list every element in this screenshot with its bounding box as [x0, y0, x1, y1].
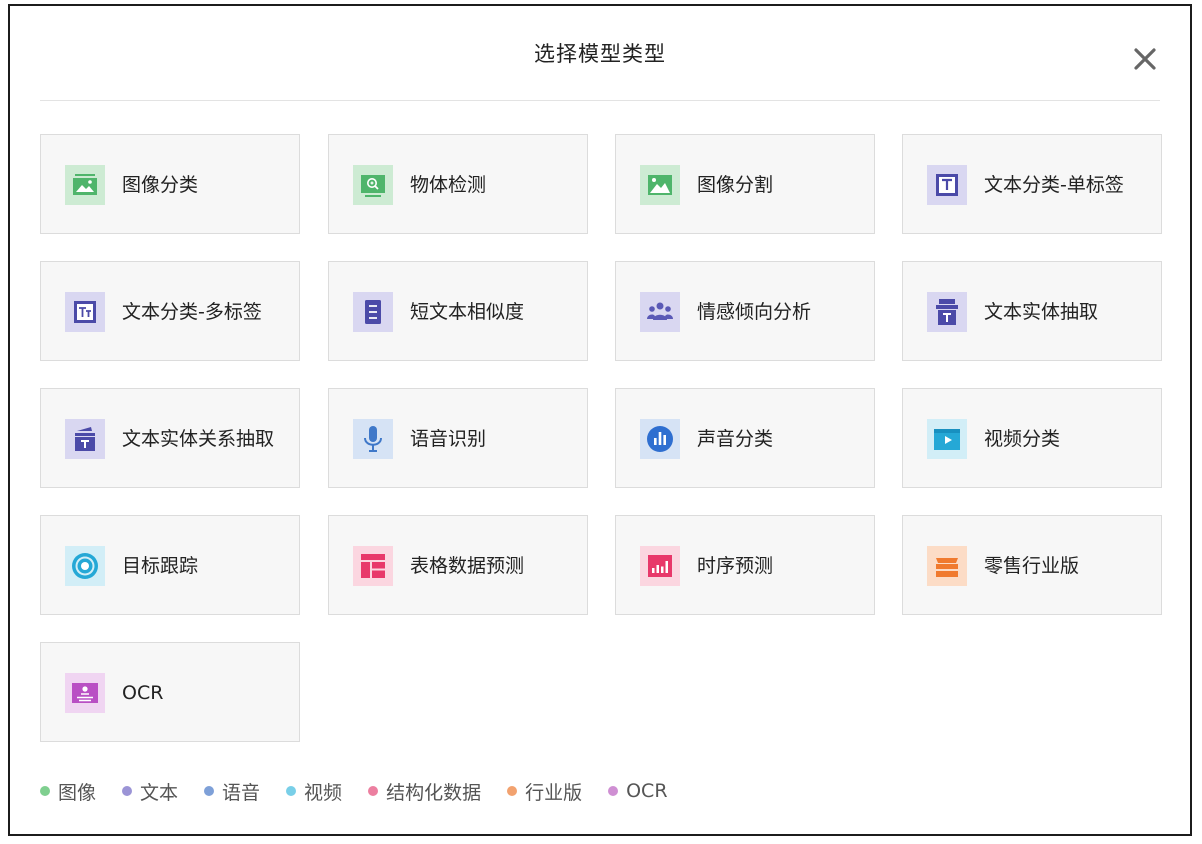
video-classify-icon — [927, 419, 967, 459]
text-entity-extract-icon — [927, 292, 967, 332]
card-time-series[interactable]: 时序预测 — [615, 515, 875, 615]
card-image-segment[interactable]: 图像分割 — [615, 134, 875, 234]
legend-item-speech: 语音 — [204, 778, 260, 805]
card-retail[interactable]: 零售行业版 — [902, 515, 1162, 615]
legend-dot — [122, 786, 133, 796]
card-label: 文本实体关系抽取 — [122, 428, 275, 450]
legend-item-text: 文本 — [122, 778, 178, 805]
card-short-text-similarity[interactable]: 短文本相似度 — [328, 261, 588, 361]
text-multi-label-icon — [65, 292, 105, 332]
short-text-similarity-icon — [353, 292, 393, 332]
card-text-relation-extract[interactable]: 文本实体关系抽取 — [40, 388, 300, 488]
card-label: 时序预测 — [697, 555, 774, 577]
card-label: 文本实体抽取 — [984, 301, 1099, 323]
retail-icon — [927, 546, 967, 586]
legend-label: OCR — [626, 780, 668, 802]
ocr-icon — [65, 673, 105, 713]
close-button[interactable] — [1130, 44, 1160, 74]
card-text-entity-extract[interactable]: 文本实体抽取 — [902, 261, 1162, 361]
card-video-classify[interactable]: 视频分类 — [902, 388, 1162, 488]
card-text-multi-label[interactable]: 文本分类-多标签 — [40, 261, 300, 361]
card-label: 语音识别 — [410, 428, 487, 450]
category-legend: 图像 文本 语音 视频 结构化数据 行业版 OCR — [40, 776, 694, 806]
legend-label: 文本 — [140, 781, 179, 804]
legend-item-image: 图像 — [40, 778, 96, 805]
sentiment-analysis-icon — [640, 292, 680, 332]
card-label: 物体检测 — [410, 174, 487, 196]
card-label: 视频分类 — [984, 428, 1061, 450]
card-label: 声音分类 — [697, 428, 774, 450]
legend-dot — [286, 786, 297, 796]
table-predict-icon — [353, 546, 393, 586]
legend-item-ocr: OCR — [608, 780, 668, 802]
card-image-classify[interactable]: 图像分类 — [40, 134, 300, 234]
model-type-grid: 图像分类 物体检测 图像分割 文本分类-单标签 文本分类-多标签 短文本相似度 … — [40, 134, 1164, 744]
image-segment-icon — [640, 165, 680, 205]
legend-dot — [40, 786, 50, 796]
object-detect-icon — [353, 165, 393, 205]
card-label: 图像分类 — [122, 174, 199, 196]
card-label: 短文本相似度 — [410, 301, 525, 323]
card-label: 图像分割 — [697, 174, 774, 196]
target-track-icon — [65, 546, 105, 586]
text-relation-extract-icon — [65, 419, 105, 459]
card-speech-recognition[interactable]: 语音识别 — [328, 388, 588, 488]
card-ocr[interactable]: OCR — [40, 642, 300, 742]
dialog-header: 选择模型类型 — [40, 6, 1160, 101]
sound-classify-icon — [640, 419, 680, 459]
legend-label: 语音 — [222, 781, 261, 804]
legend-dot — [368, 786, 379, 796]
model-type-dialog: 选择模型类型 图像分类 物体检测 图像分割 文本分类-单标签 文本分类-多标签 … — [8, 4, 1192, 836]
legend-dot — [608, 786, 619, 796]
legend-dot — [204, 786, 215, 796]
legend-label: 结构化数据 — [386, 781, 482, 804]
legend-item-industry: 行业版 — [507, 778, 582, 805]
dialog-title: 选择模型类型 — [534, 42, 666, 66]
legend-item-structured: 结构化数据 — [368, 778, 481, 805]
card-label: 目标跟踪 — [122, 555, 199, 577]
legend-label: 视频 — [304, 781, 343, 804]
card-target-track[interactable]: 目标跟踪 — [40, 515, 300, 615]
card-label: 表格数据预测 — [410, 555, 525, 577]
card-label: OCR — [122, 682, 164, 704]
card-table-predict[interactable]: 表格数据预测 — [328, 515, 588, 615]
card-sentiment-analysis[interactable]: 情感倾向分析 — [615, 261, 875, 361]
card-object-detect[interactable]: 物体检测 — [328, 134, 588, 234]
card-sound-classify[interactable]: 声音分类 — [615, 388, 875, 488]
legend-item-video: 视频 — [286, 778, 342, 805]
card-label: 情感倾向分析 — [697, 301, 812, 323]
legend-label: 行业版 — [525, 781, 583, 804]
card-label: 文本分类-单标签 — [984, 174, 1124, 196]
text-single-label-icon — [927, 165, 967, 205]
time-series-icon — [640, 546, 680, 586]
card-label: 文本分类-多标签 — [122, 301, 262, 323]
card-label: 零售行业版 — [984, 555, 1080, 577]
close-icon — [1134, 48, 1156, 70]
microphone-icon — [353, 419, 393, 459]
legend-label: 图像 — [58, 781, 97, 804]
legend-dot — [507, 786, 518, 796]
card-text-single-label[interactable]: 文本分类-单标签 — [902, 134, 1162, 234]
image-classify-icon — [65, 165, 105, 205]
